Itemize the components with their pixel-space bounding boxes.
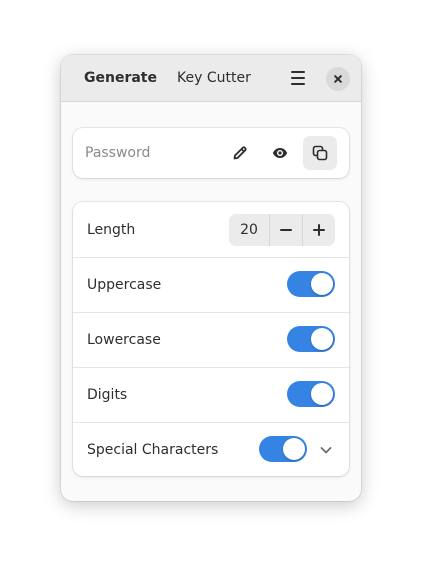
special-characters-row: Special Characters (73, 422, 349, 477)
decrement-button[interactable] (270, 214, 302, 246)
lowercase-toggle[interactable] (287, 326, 335, 352)
increment-button[interactable] (303, 214, 335, 246)
close-button[interactable] (326, 67, 350, 91)
uppercase-label: Uppercase (87, 277, 162, 293)
lowercase-label: Lowercase (87, 332, 161, 348)
chevron-down-icon[interactable] (317, 441, 335, 459)
copy-password-button[interactable] (303, 136, 337, 170)
header-bar: Generate Key Cutter (61, 55, 361, 102)
show-password-button[interactable] (263, 136, 297, 170)
hamburger-menu-icon (291, 71, 305, 73)
password-card (73, 128, 349, 178)
eye-icon (272, 148, 288, 158)
toggle-knob (311, 383, 333, 405)
digits-row: Digits (73, 367, 349, 423)
uppercase-toggle[interactable] (287, 271, 335, 297)
tab-generate[interactable]: Generate (84, 69, 157, 87)
hamburger-menu-icon-line (291, 77, 305, 79)
tab-key-cutter[interactable]: Key Cutter (177, 69, 251, 87)
special-characters-toggle[interactable] (259, 436, 307, 462)
edit-password-button[interactable] (223, 136, 257, 170)
options-card: Length 20 Uppercase Lowercase Digits Spe… (73, 202, 349, 476)
toggle-knob (311, 273, 333, 295)
toggle-knob (283, 438, 305, 460)
digits-label: Digits (87, 387, 128, 403)
minus-icon (280, 229, 292, 231)
length-label: Length (87, 222, 136, 238)
length-value[interactable]: 20 (229, 214, 269, 246)
copy-icon (312, 145, 328, 161)
app-window: Generate Key Cutter Password Length 20 U… (61, 55, 361, 501)
main-menu-button[interactable] (286, 68, 310, 88)
plus-icon-vertical (318, 224, 320, 236)
uppercase-row: Uppercase (73, 257, 349, 313)
toggle-knob (311, 328, 333, 350)
password-field[interactable] (85, 144, 215, 162)
lowercase-row: Lowercase (73, 312, 349, 368)
length-row: Length 20 (73, 202, 349, 258)
edit-icon (233, 146, 247, 160)
digits-toggle[interactable] (287, 381, 335, 407)
hamburger-menu-icon-line (291, 83, 305, 85)
length-stepper: 20 (229, 214, 335, 246)
special-characters-label: Special Characters (87, 442, 219, 458)
